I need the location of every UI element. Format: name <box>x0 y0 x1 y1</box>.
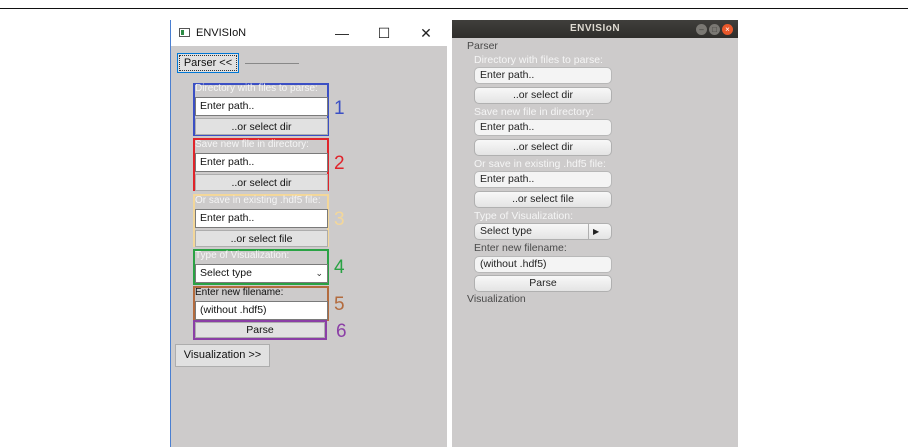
annotation-number-5: 5 <box>334 294 345 315</box>
select-divider <box>588 224 589 239</box>
visualization-type-label: Type of Visualization: <box>195 250 290 261</box>
parse-button[interactable]: Parse <box>474 275 612 292</box>
close-button[interactable]: ✕ <box>416 23 436 43</box>
parser-section-label[interactable]: Parser <box>467 40 498 52</box>
visualization-type-select[interactable]: Select type ⌄ <box>195 264 328 283</box>
filename-label: Enter new filename: <box>195 287 284 298</box>
dir-path-input[interactable]: Enter path.. <box>195 97 328 116</box>
visualization-section-label[interactable]: Visualization <box>467 293 526 305</box>
filename-label: Enter new filename: <box>474 242 567 254</box>
triangle-right-icon: ▶ <box>593 227 600 236</box>
annotation-number-1: 1 <box>334 98 345 119</box>
app-icon <box>179 28 190 37</box>
annotation-number-3: 3 <box>334 209 345 230</box>
visualization-type-select[interactable]: Select type ▶ <box>474 223 612 240</box>
select-dir-button[interactable]: ..or select dir <box>474 87 612 104</box>
save-select-dir-button[interactable]: ..or select dir <box>195 174 328 191</box>
dir-path-input[interactable]: Enter path.. <box>474 67 612 84</box>
minimize-button[interactable]: — <box>332 23 352 43</box>
dir-label: Directory with files to parse: <box>474 54 603 66</box>
existing-path-input[interactable]: Enter path.. <box>195 209 328 228</box>
save-select-dir-button[interactable]: ..or select dir <box>474 139 612 156</box>
separator <box>245 63 299 64</box>
title-bar: ENVISIoN — ☐ ✕ <box>171 20 448 46</box>
select-file-button[interactable]: ..or select file <box>474 191 612 208</box>
existing-file-label: Or save in existing .hdf5 file: <box>195 195 321 206</box>
parser-toggle-button[interactable]: Parser << <box>177 53 239 73</box>
title-bar: ENVISIoN – □ × <box>452 20 738 38</box>
minimize-icon[interactable]: – <box>696 24 707 35</box>
close-icon[interactable]: × <box>722 24 733 35</box>
save-path-input[interactable]: Enter path.. <box>474 119 612 136</box>
parse-button[interactable]: Parse <box>195 322 325 338</box>
select-dir-button[interactable]: ..or select dir <box>195 118 328 135</box>
filename-input[interactable]: (without .hdf5) <box>195 301 328 320</box>
maximize-button[interactable]: ☐ <box>374 23 394 43</box>
save-label: Save new file in directory: <box>474 106 594 118</box>
dir-label: Directory with files to parse: <box>195 83 318 94</box>
existing-path-input[interactable]: Enter path.. <box>474 171 612 188</box>
save-path-input[interactable]: Enter path.. <box>195 153 328 172</box>
visualization-type-label: Type of Visualization: <box>474 210 574 222</box>
select-value: Select type <box>480 225 532 237</box>
ubuntu-window: ENVISIoN – □ × Parser Directory with fil… <box>452 20 738 447</box>
select-value: Select type <box>200 267 252 279</box>
windows-window: ENVISIoN — ☐ ✕ Parser << Directory with … <box>170 20 448 447</box>
select-file-button[interactable]: ..or select file <box>195 230 328 247</box>
save-label: Save new file in directory: <box>195 139 309 150</box>
annotation-number-4: 4 <box>334 257 345 278</box>
top-rule <box>0 8 908 9</box>
annotation-number-6: 6 <box>336 321 347 342</box>
window-title: ENVISIoN <box>196 27 247 39</box>
visualization-toggle-button[interactable]: Visualization >> <box>175 344 270 367</box>
maximize-icon[interactable]: □ <box>709 24 720 35</box>
filename-input[interactable]: (without .hdf5) <box>474 256 612 273</box>
chevron-down-icon: ⌄ <box>315 268 323 278</box>
annotation-number-2: 2 <box>334 153 345 174</box>
existing-file-label: Or save in existing .hdf5 file: <box>474 158 606 170</box>
